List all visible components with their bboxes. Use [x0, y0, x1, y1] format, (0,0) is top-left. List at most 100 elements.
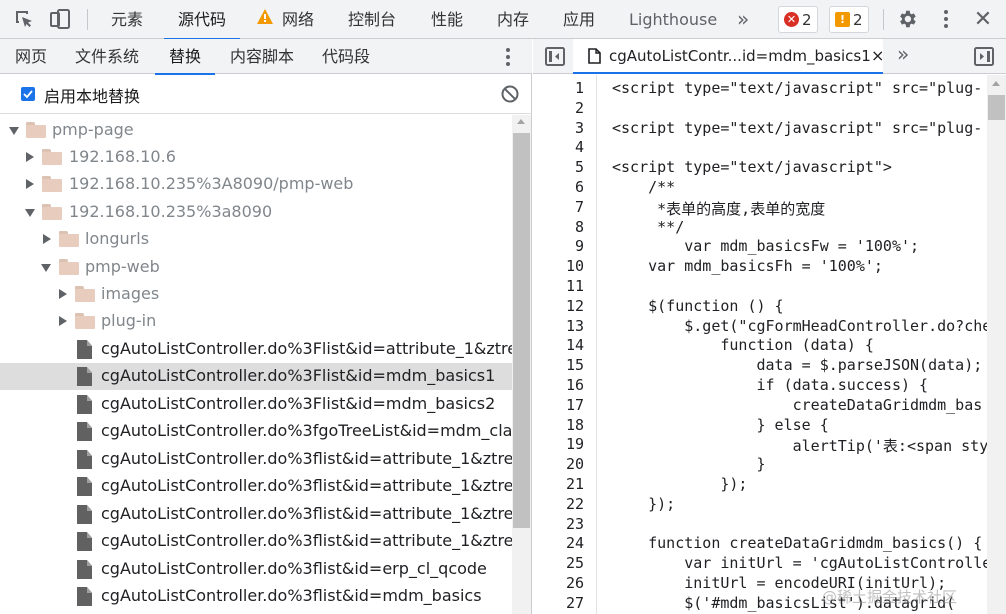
inspect-element-icon[interactable]: [12, 7, 36, 31]
code-line[interactable]: 12 $(function () {: [533, 297, 987, 317]
line-number[interactable]: 2: [533, 99, 584, 117]
line-number[interactable]: 12: [533, 297, 584, 315]
enable-overrides-checkbox[interactable]: [21, 87, 35, 101]
code-line[interactable]: 19 alertTip('表:<span sty: [533, 435, 987, 455]
scrollbar-thumb[interactable]: [988, 95, 1005, 120]
line-number[interactable]: 7: [533, 198, 584, 216]
tab-page[interactable]: 网页: [15, 39, 47, 74]
line-number[interactable]: 16: [533, 376, 584, 394]
code-line[interactable]: 3 <script type="text/javascript" src="plu…: [533, 119, 987, 139]
code-line[interactable]: 24 function createDataGridmdm_basics() {: [533, 534, 987, 554]
code-line[interactable]: 6 /**: [533, 178, 987, 198]
line-number[interactable]: 27: [533, 594, 584, 612]
line-number[interactable]: 24: [533, 534, 584, 552]
tree-folder[interactable]: 192.168.10.235%3A8090/pmp-web: [0, 171, 512, 198]
tree-file[interactable]: cgAutoListController.do%3Flist&id=attrib…: [0, 336, 512, 363]
line-number[interactable]: 9: [533, 237, 584, 255]
tree-file[interactable]: cgAutoListController.do%3flist&id=attrib…: [0, 501, 512, 528]
code-line[interactable]: 11: [533, 277, 987, 297]
tab-overrides[interactable]: 替换: [154, 39, 216, 75]
tree-scrollbar[interactable]: [512, 115, 531, 614]
code-line[interactable]: 18 } else {: [533, 416, 987, 436]
line-number[interactable]: 18: [533, 416, 584, 434]
toggle-navigator-icon[interactable]: [545, 47, 565, 66]
line-number[interactable]: 10: [533, 257, 584, 275]
expand-triangle-icon[interactable]: [25, 209, 35, 217]
code-line[interactable]: 2: [533, 99, 987, 119]
tree-folder[interactable]: pmp-web: [0, 254, 512, 281]
line-number[interactable]: 8: [533, 218, 584, 236]
code-line[interactable]: 17 createDataGridmdm_bas: [533, 396, 987, 416]
expand-triangle-icon[interactable]: [9, 127, 19, 135]
more-editor-tabs-chevron-icon[interactable]: »: [897, 42, 909, 66]
tree-file[interactable]: cgAutoListController.do%3flist&id=attrib…: [0, 446, 512, 473]
tree-file[interactable]: cgAutoListController.do%3flist&id=mdm_ba…: [0, 583, 512, 610]
tree-folder[interactable]: plug-in: [0, 308, 512, 335]
code-line[interactable]: 22 });: [533, 495, 987, 515]
code-line[interactable]: 4: [533, 138, 987, 158]
tree-file[interactable]: cgAutoListController.do%3flist&id=attrib…: [0, 473, 512, 500]
code-line[interactable]: 25 var initUrl = 'cgAutoListControlle: [533, 554, 987, 574]
tree-folder[interactable]: images: [0, 281, 512, 308]
collapse-triangle-icon[interactable]: [59, 289, 67, 299]
tree-file[interactable]: cgAutoListController.do%3fgoTreeList&id=…: [0, 418, 512, 445]
code-line[interactable]: 20 }: [533, 455, 987, 475]
tree-file[interactable]: cgAutoListController.do%3flist&id=attrib…: [0, 528, 512, 555]
code-line[interactable]: 7 *表单的高度,表单的宽度: [533, 198, 987, 218]
editor-scrollbar[interactable]: [987, 75, 1006, 614]
settings-gear-icon[interactable]: [895, 7, 919, 31]
tab-performance[interactable]: 性能: [431, 0, 463, 39]
line-number[interactable]: 26: [533, 574, 584, 592]
warning-count-badge[interactable]: ! 2: [829, 6, 869, 33]
line-number[interactable]: 17: [533, 396, 584, 414]
close-tab-icon[interactable]: ×: [871, 46, 884, 65]
tab-console[interactable]: 控制台: [348, 0, 396, 39]
code-editor[interactable]: 1 <script type="text/javascript" src="plu…: [533, 75, 987, 614]
line-number[interactable]: 23: [533, 515, 584, 533]
code-line[interactable]: 9 var mdm_basicsFw = '100%';: [533, 237, 987, 257]
tab-application[interactable]: 应用: [563, 0, 595, 39]
clear-overrides-icon[interactable]: [500, 84, 520, 104]
tree-folder[interactable]: longurls: [0, 226, 512, 253]
collapse-triangle-icon[interactable]: [59, 316, 67, 326]
line-number[interactable]: 15: [533, 356, 584, 374]
code-line[interactable]: 14 function (data) {: [533, 336, 987, 356]
collapse-triangle-icon[interactable]: [43, 234, 51, 244]
code-line[interactable]: 16 if (data.success) {: [533, 376, 987, 396]
toggle-debugger-icon[interactable]: [974, 47, 994, 66]
tab-network[interactable]: 网络: [282, 0, 314, 39]
more-tabs-chevron-icon[interactable]: »: [737, 0, 749, 39]
line-number[interactable]: 20: [533, 455, 584, 473]
code-line[interactable]: 1 <script type="text/javascript" src="plu…: [533, 79, 987, 99]
tree-folder[interactable]: 192.168.10.6: [0, 144, 512, 171]
line-number[interactable]: 14: [533, 336, 584, 354]
tab-snippets[interactable]: 代码段: [322, 39, 370, 74]
scroll-up-arrow-icon[interactable]: [517, 119, 525, 124]
collapse-triangle-icon[interactable]: [26, 152, 34, 162]
code-line[interactable]: 10 var mdm_basicsFh = '100%';: [533, 257, 987, 277]
line-number[interactable]: 13: [533, 317, 584, 335]
tab-content-scripts[interactable]: 内容脚本: [230, 39, 294, 74]
code-line[interactable]: 23: [533, 515, 987, 535]
tree-folder-pmp-page[interactable]: pmp-page: [0, 117, 512, 144]
line-number[interactable]: 3: [533, 119, 584, 137]
line-number[interactable]: 22: [533, 495, 584, 513]
line-number[interactable]: 19: [533, 435, 584, 453]
line-number[interactable]: 5: [533, 158, 584, 176]
code-line[interactable]: 8 **/: [533, 218, 987, 238]
customize-menu-icon[interactable]: [934, 7, 958, 31]
tab-filesystem[interactable]: 文件系统: [75, 39, 139, 74]
editor-tab-active[interactable]: cgAutoListContr...id=mdm_basics1 ×: [573, 39, 884, 74]
tree-file-selected[interactable]: cgAutoListController.do%3Flist&id=mdm_ba…: [0, 363, 512, 390]
close-devtools-icon[interactable]: ✕: [971, 7, 995, 32]
expand-triangle-icon[interactable]: [41, 264, 51, 272]
code-line[interactable]: 21 });: [533, 475, 987, 495]
code-line[interactable]: 15 data = $.parseJSON(data);: [533, 356, 987, 376]
tab-sources[interactable]: 源代码: [163, 0, 241, 40]
tab-lighthouse[interactable]: Lighthouse: [629, 0, 717, 39]
scrollbar-thumb[interactable]: [513, 133, 530, 528]
line-number[interactable]: 25: [533, 554, 584, 572]
line-number[interactable]: 21: [533, 475, 584, 493]
scroll-up-arrow-icon[interactable]: [992, 81, 1000, 86]
device-toolbar-icon[interactable]: [48, 7, 72, 31]
